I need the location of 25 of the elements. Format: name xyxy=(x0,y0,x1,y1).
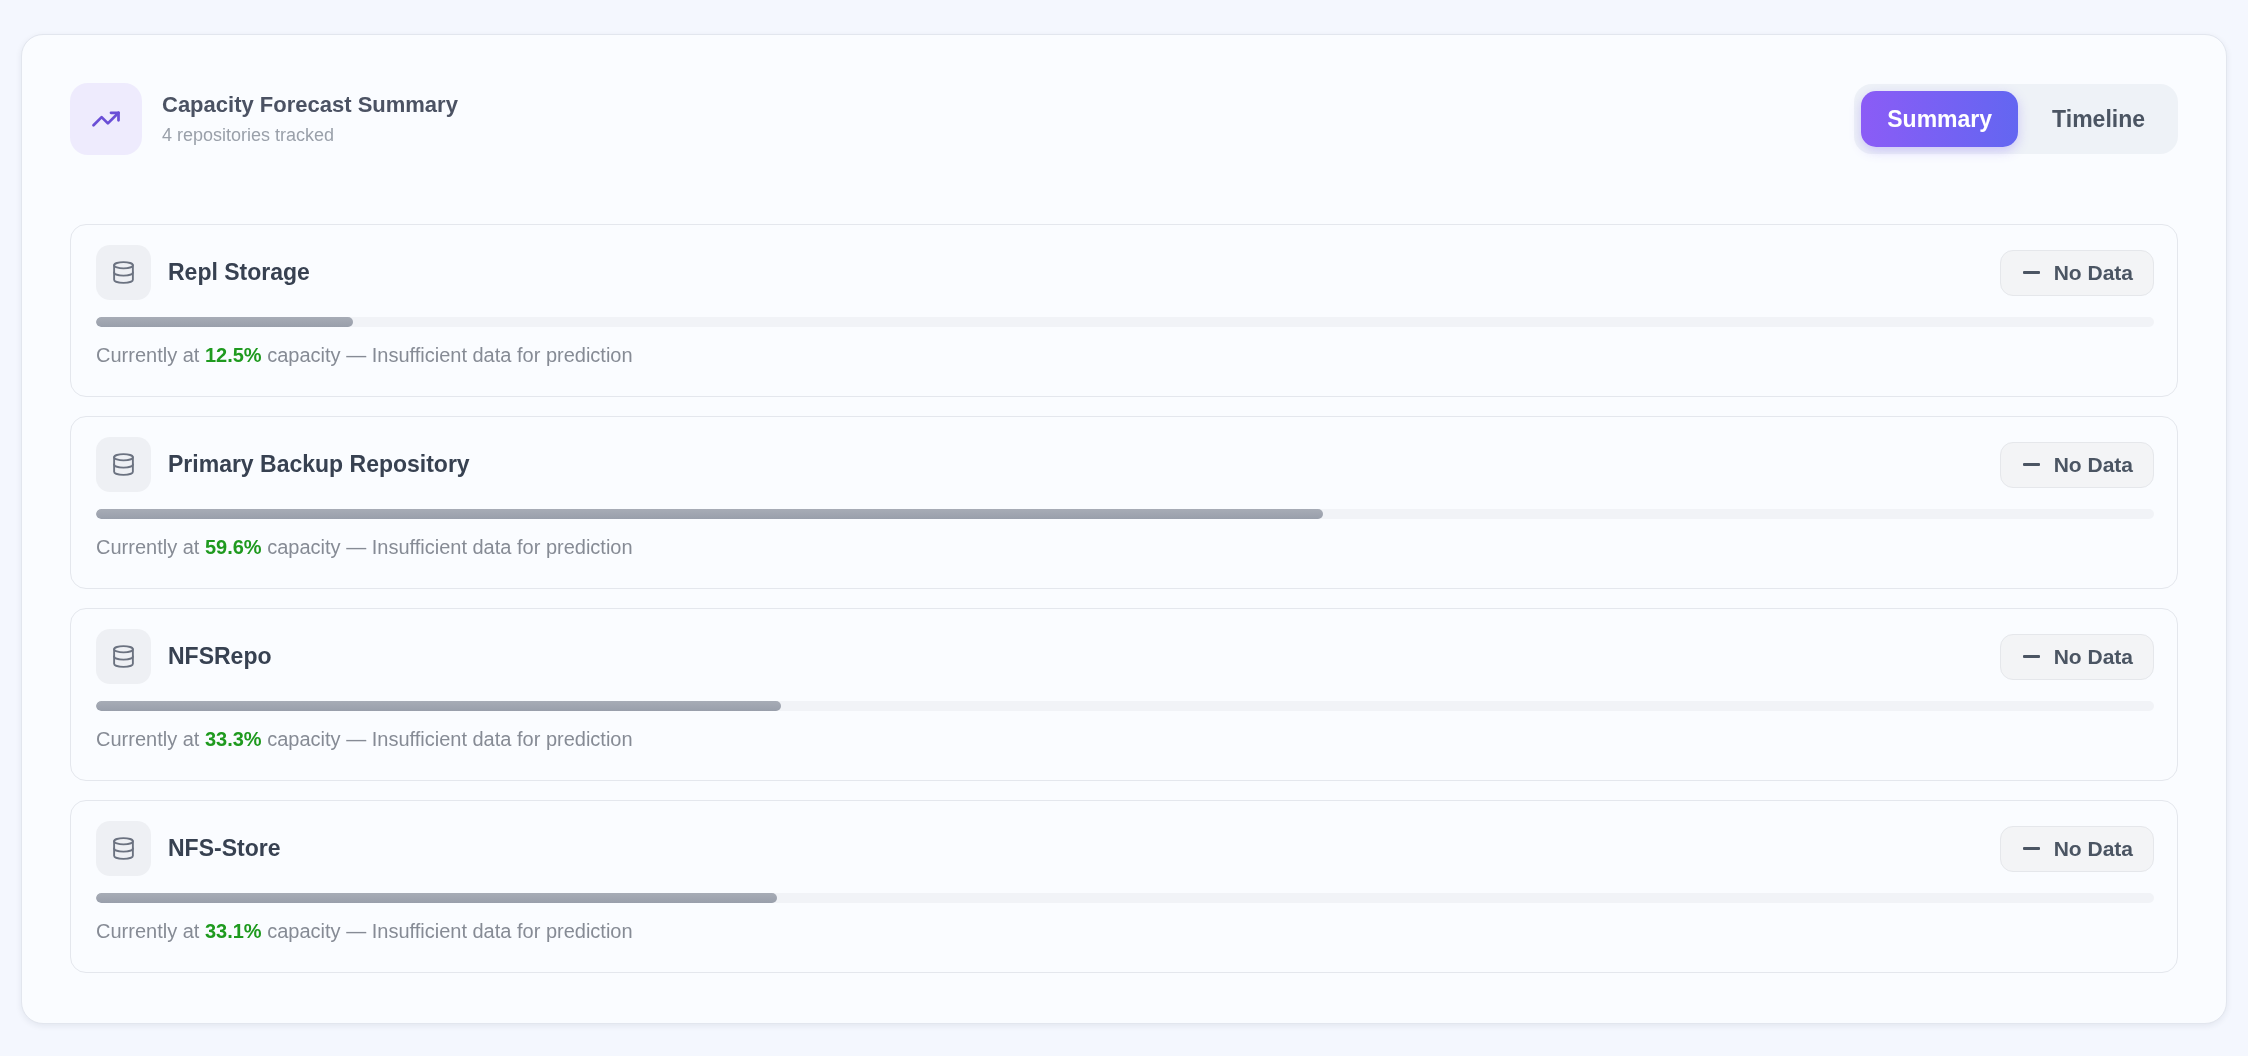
capacity-note: Currently at 59.6% capacity — Insufficient data for prediction xyxy=(96,535,634,560)
minus-icon xyxy=(2022,655,2040,658)
minus-icon xyxy=(2022,847,2040,850)
database-icon xyxy=(96,437,151,492)
capacity-note: Currently at 12.5% capacity — Insufficient data for prediction xyxy=(96,343,634,368)
repository-name: NFSRepo xyxy=(168,643,272,670)
database-icon xyxy=(96,629,151,684)
capacity-note: Currently at 33.3% capacity — Insufficient data for prediction xyxy=(96,727,634,752)
repository-name: Repl Storage xyxy=(168,259,310,286)
database-icon xyxy=(96,245,151,300)
trending-up-icon xyxy=(70,83,142,155)
panel-subtitle: 4 repositories tracked xyxy=(162,124,336,147)
view-tab[interactable]: Summary xyxy=(1861,91,2019,147)
repository-name: Primary Backup Repository xyxy=(168,451,470,478)
minus-icon xyxy=(2022,463,2040,466)
view-tab[interactable]: Timeline xyxy=(2026,91,2171,147)
status-label: No Data xyxy=(2053,644,2133,669)
status-label: No Data xyxy=(2053,836,2133,861)
minus-icon xyxy=(2022,271,2040,274)
panel-title: Capacity Forecast Summary xyxy=(162,91,458,119)
capacity-note: Currently at 33.1% capacity — Insufficient data for prediction xyxy=(96,919,634,944)
status-label: No Data xyxy=(2053,260,2133,285)
repository-name: NFS-Store xyxy=(168,835,281,862)
status-label: No Data xyxy=(2053,452,2133,477)
database-icon xyxy=(96,821,151,876)
